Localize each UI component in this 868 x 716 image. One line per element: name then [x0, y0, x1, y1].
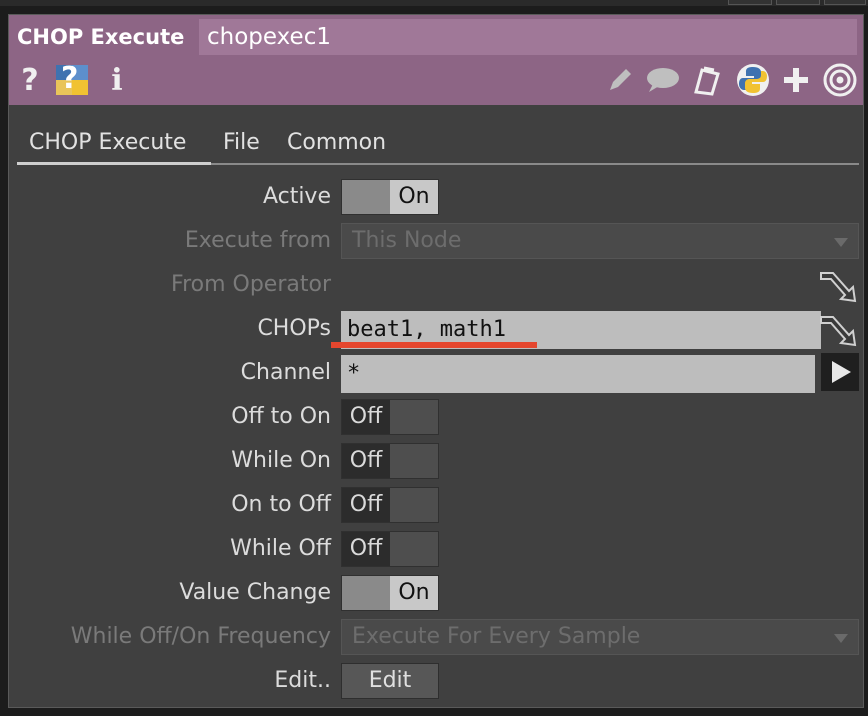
clipboard-icon[interactable] — [689, 63, 725, 97]
drag-operator-arrow-icon[interactable] — [819, 267, 859, 303]
param-label: CHOPs — [257, 316, 331, 341]
param-label: While Off/On Frequency — [70, 624, 331, 649]
parameter-panel: CHOP Execute chopexec1 ? ? i CHOP Execut… — [8, 14, 864, 708]
annotation-underline — [331, 342, 537, 348]
param-row-channel: Channel * — [9, 353, 863, 393]
param-row-chops: CHOPs beat1, math1 — [9, 309, 863, 349]
python-icon[interactable] — [735, 63, 771, 97]
toggle-value: Off — [342, 488, 390, 522]
toggle-value: Off — [342, 400, 390, 434]
param-row-frequency: While Off/On Frequency Execute For Every… — [9, 617, 863, 657]
comment-icon[interactable] — [645, 63, 681, 97]
help-glyph: ? — [21, 62, 39, 98]
edit-button[interactable]: Edit — [341, 663, 439, 699]
toggle-value: Off — [342, 444, 390, 478]
strip-button[interactable] — [728, 0, 772, 5]
param-label: While On — [231, 448, 331, 473]
toggle-value: Off — [342, 532, 390, 566]
param-row-edit: Edit.. Edit — [9, 661, 863, 701]
while-off-toggle[interactable]: Off — [341, 531, 439, 567]
operator-name-field[interactable]: chopexec1 — [199, 19, 857, 55]
param-row-value-change: Value Change On — [9, 573, 863, 613]
off-to-on-toggle[interactable]: Off — [341, 399, 439, 435]
param-label: From Operator — [171, 272, 331, 297]
param-label: Execute from — [184, 228, 331, 253]
parameter-tabs: CHOP Execute File Common — [17, 125, 859, 167]
param-row-from-operator: From Operator — [9, 265, 863, 305]
dropdown-arrow-icon — [834, 634, 848, 643]
tab-file[interactable]: File — [223, 125, 260, 165]
param-label: Channel — [240, 360, 331, 385]
param-label: Value Change — [179, 580, 331, 605]
param-label: While Off — [230, 536, 331, 561]
top-strip — [0, 0, 868, 6]
channel-menu-button[interactable] — [821, 353, 859, 391]
param-label: Active — [262, 184, 331, 209]
python-help-glyph: ? — [61, 61, 79, 96]
info-icon[interactable]: i — [107, 62, 127, 98]
drag-chop-arrow-icon[interactable] — [819, 311, 859, 347]
execute-from-menu[interactable]: This Node — [341, 223, 859, 259]
menu-value: Execute For Every Sample — [352, 624, 641, 649]
info-glyph: i — [111, 62, 123, 98]
param-row-off-to-on: Off to On Off — [9, 397, 863, 437]
on-to-off-toggle[interactable]: Off — [341, 487, 439, 523]
dropdown-arrow-icon — [834, 238, 848, 247]
param-label: Off to On — [231, 404, 331, 429]
menu-value: This Node — [352, 228, 462, 253]
frequency-menu[interactable]: Execute For Every Sample — [341, 619, 859, 655]
param-row-while-on: While On Off — [9, 441, 863, 481]
plus-icon[interactable] — [781, 63, 811, 97]
tab-common[interactable]: Common — [287, 125, 386, 165]
pencil-icon[interactable] — [605, 63, 635, 97]
strip-button[interactable] — [824, 0, 866, 5]
param-label: On to Off — [231, 492, 331, 517]
tab-chop-execute[interactable]: CHOP Execute — [17, 125, 211, 165]
value-change-toggle[interactable]: On — [341, 575, 439, 611]
strip-button[interactable] — [776, 0, 820, 5]
param-label: Edit.. — [274, 668, 331, 693]
toggle-value: On — [390, 576, 438, 610]
while-on-toggle[interactable]: Off — [341, 443, 439, 479]
operator-type-label: CHOP Execute — [17, 25, 185, 49]
toggle-value: On — [390, 180, 438, 214]
target-icon[interactable] — [821, 63, 859, 97]
channel-field[interactable]: * — [341, 355, 815, 393]
param-row-on-to-off: On to Off Off — [9, 485, 863, 525]
help-icon[interactable]: ? — [17, 62, 43, 98]
python-help-icon[interactable]: ? — [53, 61, 91, 97]
active-toggle[interactable]: On — [341, 179, 439, 215]
param-row-while-off: While Off Off — [9, 529, 863, 569]
panel-header: CHOP Execute chopexec1 ? ? i — [9, 15, 863, 105]
param-row-active: Active On — [9, 177, 863, 217]
param-row-execute-from: Execute from This Node — [9, 221, 863, 261]
